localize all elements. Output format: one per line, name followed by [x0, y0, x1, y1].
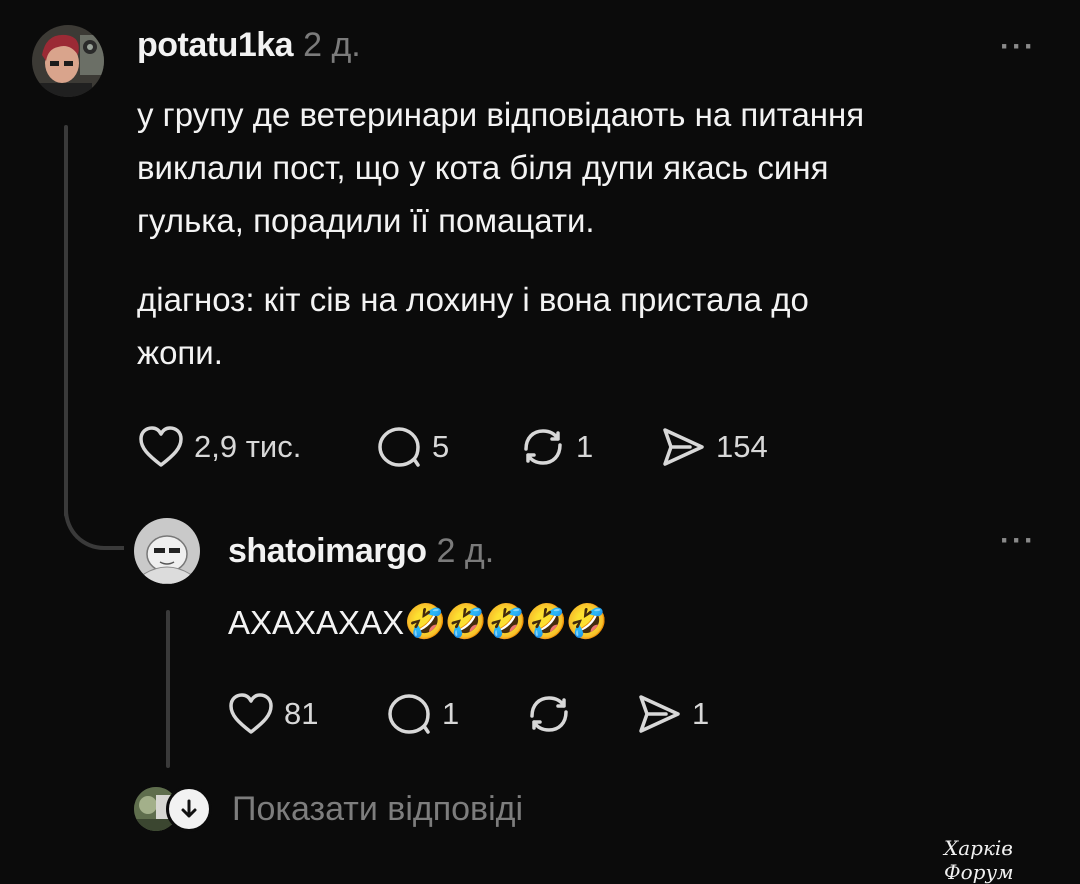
reply-like-count: 81	[284, 696, 319, 731]
post-repost-button[interactable]: 1	[520, 425, 593, 469]
laughing-emoji: 🤣	[565, 603, 607, 641]
reply-repost-button[interactable]	[526, 692, 582, 736]
comment-icon	[388, 694, 430, 734]
post-text-line: жопи.	[137, 334, 223, 371]
watermark: Харків Форум	[944, 836, 1014, 884]
heart-icon	[229, 693, 273, 734]
post-share-button[interactable]: 154	[660, 425, 768, 469]
reply-reply-button[interactable]: 1	[386, 692, 459, 736]
post-text-line: виклали пост, що у кота біля дупи якась …	[137, 149, 829, 186]
share-icon	[639, 695, 680, 733]
repost-icon	[530, 696, 568, 732]
post-body: у групу де ветеринари відповідають на пи…	[137, 88, 1037, 379]
post-like-button[interactable]: 2,9 тис.	[138, 425, 301, 469]
reply-emojis: 🤣🤣🤣🤣🤣	[404, 596, 608, 649]
post-time: 2 д.	[303, 26, 361, 64]
thread-line-reply	[166, 610, 170, 768]
reply-like-button[interactable]: 81	[228, 692, 318, 736]
reply-share-button[interactable]: 1	[636, 692, 709, 736]
laughing-emoji: 🤣	[444, 603, 486, 641]
reply-more-icon[interactable]: ···	[1000, 524, 1036, 558]
reply-time: 2 д.	[436, 532, 495, 570]
post-text-line: гулька, порадили її помацати.	[137, 202, 595, 239]
show-replies-label[interactable]: Показати відповіді	[232, 790, 523, 829]
laughing-emoji: 🤣	[404, 603, 446, 641]
post-paragraph-2: діагноз: кіт сів на лохину і вона приста…	[137, 273, 1037, 379]
reply-share-count: 1	[692, 696, 710, 731]
post-like-count: 2,9 тис.	[194, 429, 302, 464]
post-header: potatu1ka 2 д.	[137, 26, 361, 65]
laughing-emoji: 🤣	[484, 603, 527, 641]
reply-reply-count: 1	[442, 696, 460, 731]
show-replies-row[interactable]: Показати відповіді	[134, 786, 523, 832]
reply-header: shatoimargo 2 д.	[228, 532, 494, 571]
avatar-shatoimargo[interactable]	[134, 518, 200, 584]
arrow-down-icon	[166, 786, 212, 832]
heart-icon	[139, 426, 183, 467]
reply-body: АХАХАХАХ 🤣🤣🤣🤣🤣	[228, 596, 608, 649]
reply-text: АХАХАХАХ	[228, 604, 405, 641]
post-text-line: діагноз: кіт сів на лохину і вона приста…	[137, 281, 809, 318]
post-share-count: 154	[716, 429, 768, 464]
reply-username[interactable]: shatoimargo	[228, 532, 427, 571]
post-reply-button[interactable]: 5	[376, 425, 449, 469]
post-repost-count: 1	[576, 429, 594, 464]
post-reply-count: 5	[432, 429, 450, 464]
thread-line-main	[64, 125, 68, 517]
laughing-emoji: 🤣	[525, 603, 567, 641]
repost-icon	[524, 429, 562, 465]
post-text-line: у групу де ветеринари відповідають на пи…	[137, 96, 865, 133]
post-paragraph-1: у групу де ветеринари відповідають на пи…	[137, 88, 1037, 247]
comment-icon	[378, 427, 420, 467]
post-more-icon[interactable]: ···	[1000, 30, 1036, 64]
avatar-potatu1ka[interactable]	[32, 25, 104, 97]
post-username[interactable]: potatu1ka	[137, 26, 294, 65]
share-icon	[663, 428, 704, 466]
thread-line-curve	[64, 500, 124, 550]
